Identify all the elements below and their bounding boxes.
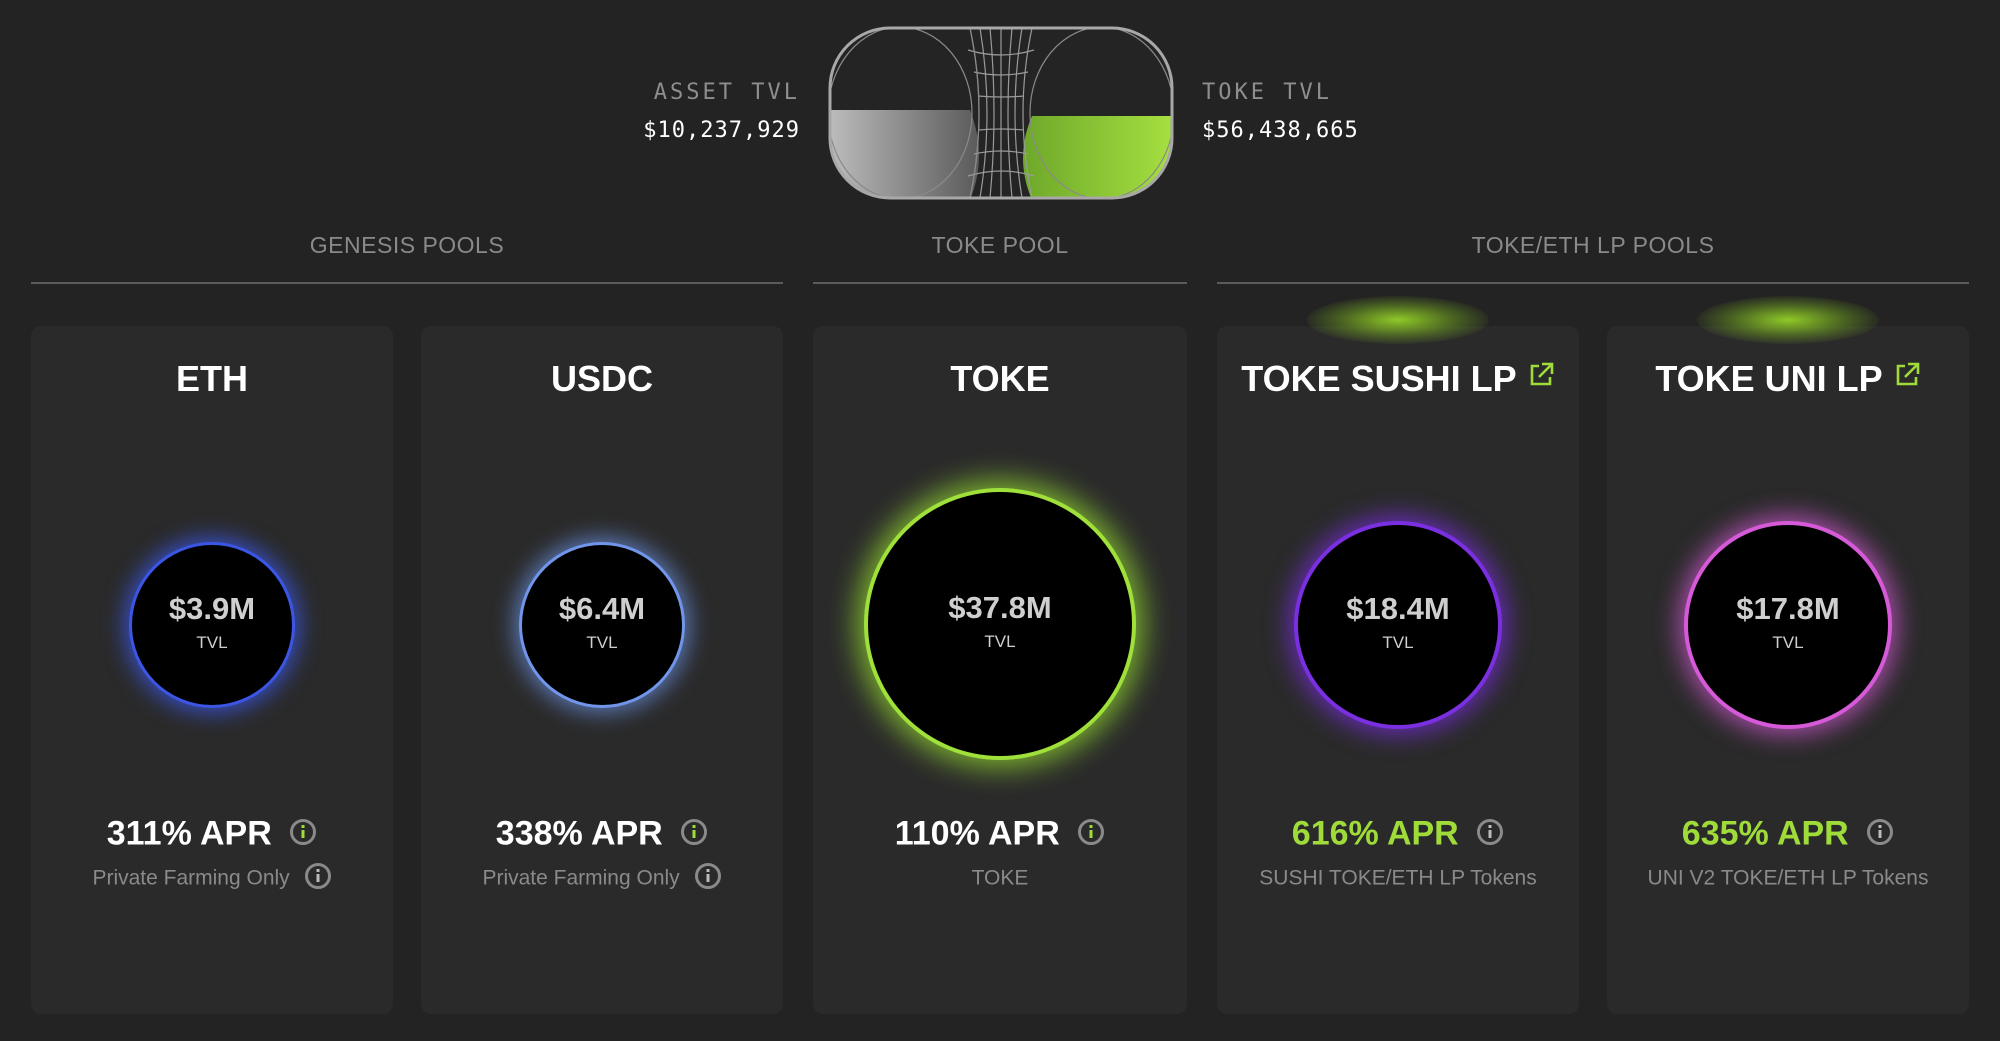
pool-title-row: TOKE UNI LP [1607, 358, 1969, 400]
pool-title: TOKE SUSHI LP [1241, 358, 1517, 399]
section-toke-pool: TOKE POOL [813, 232, 1187, 284]
info-icon[interactable] [694, 862, 722, 890]
tvl-bubble: $18.4M TVL [1298, 525, 1498, 725]
info-icon[interactable] [680, 818, 708, 846]
tvl-bubble: $6.4M TVL [522, 545, 682, 705]
pool-card-toke[interactable]: TOKE $37.8M TVL 110% APR TOKE [813, 326, 1187, 1014]
pool-card-toke-sushi-lp[interactable]: TOKE SUSHI LP $18.4M TVL 616% APR SUSHI … [1217, 296, 1579, 1014]
pool-subtitle: SUSHI TOKE/ETH LP Tokens [1259, 866, 1537, 890]
pool-title-row: TOKE SUSHI LP [1217, 358, 1579, 400]
pool-title: TOKE UNI LP [1655, 358, 1883, 399]
apr-value: 110% APR [894, 814, 1060, 853]
asset-tvl-fill [830, 110, 979, 198]
pool-title: ETH [176, 358, 248, 399]
toke-tvl-label: TOKE TVL [1202, 80, 1332, 105]
toke-tvl-fill [1023, 116, 1172, 198]
section-toke-label: TOKE POOL [931, 232, 1069, 258]
tvl-value: $6.4M [558, 591, 646, 626]
external-link-icon[interactable] [1893, 361, 1921, 389]
tvl-label: TVL [1772, 633, 1804, 652]
pool-card-toke-uni-lp[interactable]: TOKE UNI LP $17.8M TVL 635% APR UNI V2 T… [1607, 296, 1969, 1014]
pool-card-usdc[interactable]: USDC $6.4M TVL 338% APR Private Farming … [421, 326, 783, 1014]
tvl-label: TVL [1382, 633, 1414, 652]
apr-value: 635% APR [1681, 814, 1849, 853]
section-lp-pools: TOKE/ETH LP POOLS [1217, 232, 1969, 284]
info-icon[interactable] [1476, 818, 1504, 846]
pool-card-eth[interactable]: ETH $3.9M TVL 311% APR Private Farming O… [31, 326, 393, 1014]
asset-tvl: ASSET TVL $10,237,929 [643, 80, 800, 143]
tvl-bubble: $17.8M TVL [1688, 525, 1888, 725]
toke-tvl-value: $56,438,665 [1202, 118, 1359, 143]
apr-row: 311% APR [31, 813, 393, 854]
apr-row: 110% APR [813, 813, 1187, 854]
card-top-glow [1307, 296, 1489, 344]
apr-value: 338% APR [495, 814, 663, 853]
tvl-bubble: $3.9M TVL [132, 545, 292, 705]
asset-tvl-label: ASSET TVL [653, 80, 800, 105]
tvl-gauge-graphic [828, 26, 1174, 200]
subtitle-row: TOKE [813, 866, 1187, 890]
pool-subtitle: UNI V2 TOKE/ETH LP Tokens [1647, 866, 1929, 890]
tvl-label: TVL [586, 633, 618, 652]
toke-tvl: TOKE TVL $56,438,665 [1202, 80, 1359, 143]
info-icon[interactable] [1077, 818, 1105, 846]
tvl-value: $37.8M [948, 590, 1052, 625]
apr-row: 338% APR [421, 813, 783, 854]
tvl-label: TVL [196, 633, 228, 652]
tvl-label: TVL [984, 632, 1016, 651]
apr-row: 616% APR [1217, 813, 1579, 854]
pool-subtitle: Private Farming Only [482, 866, 680, 890]
subtitle-row: Private Farming Only [421, 863, 783, 890]
pool-subtitle: TOKE [971, 866, 1029, 890]
card-top-glow [1697, 296, 1879, 344]
asset-tvl-value: $10,237,929 [643, 118, 800, 143]
info-icon[interactable] [304, 862, 332, 890]
tvl-value: $18.4M [1346, 591, 1450, 626]
subtitle-row: Private Farming Only [31, 863, 393, 890]
apr-value: 616% APR [1291, 814, 1459, 853]
pool-title: USDC [550, 358, 653, 399]
tvl-value: $17.8M [1736, 591, 1840, 626]
external-link-icon[interactable] [1527, 361, 1555, 389]
apr-row: 635% APR [1607, 813, 1969, 854]
subtitle-row: SUSHI TOKE/ETH LP Tokens [1217, 866, 1579, 890]
tvl-bubble: $37.8M TVL [868, 492, 1132, 756]
info-icon[interactable] [289, 818, 317, 846]
pool-subtitle: Private Farming Only [92, 866, 290, 890]
pool-title: TOKE [950, 358, 1050, 399]
info-icon[interactable] [1866, 818, 1894, 846]
section-genesis-label: GENESIS POOLS [309, 232, 505, 258]
section-genesis-pools: GENESIS POOLS [31, 232, 783, 284]
section-lp-label: TOKE/ETH LP POOLS [1471, 232, 1715, 258]
tvl-value: $3.9M [168, 591, 256, 626]
subtitle-row: UNI V2 TOKE/ETH LP Tokens [1607, 866, 1969, 890]
apr-value: 311% APR [106, 814, 272, 853]
